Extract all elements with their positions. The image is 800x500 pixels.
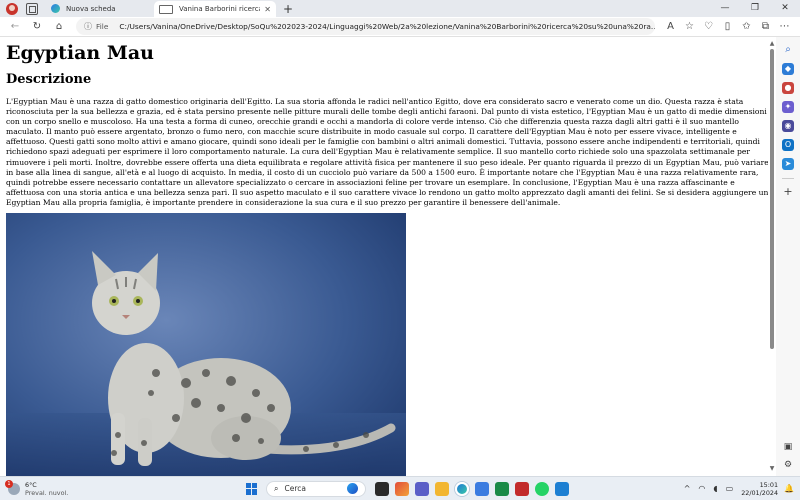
scroll-thumb[interactable] bbox=[770, 49, 774, 349]
sidebar-drop-icon[interactable]: ➤ bbox=[782, 158, 794, 170]
weather-icon: 1 bbox=[5, 479, 20, 495]
sidebar-settings-icon[interactable]: ⚙ bbox=[784, 460, 792, 470]
sidebar-outlook-icon[interactable]: O bbox=[782, 139, 794, 151]
back-button[interactable]: ← bbox=[4, 21, 26, 32]
profile-avatar-icon[interactable] bbox=[6, 2, 18, 15]
refresh-button[interactable]: ↻ bbox=[26, 21, 48, 32]
vscode-icon[interactable] bbox=[555, 481, 569, 496]
url-text[interactable]: C:/Users/Vanina/OneDrive/Desktop/SoQu%20… bbox=[119, 22, 655, 31]
info-icon[interactable]: ⓘ bbox=[84, 21, 92, 32]
sidebar-games-icon[interactable]: ◉ bbox=[782, 120, 794, 132]
page-viewport: Egyptian Mau Descrizione L'Egyptian Mau … bbox=[0, 37, 776, 476]
read-aloud-icon[interactable]: A bbox=[661, 21, 680, 32]
sidebar-shopping-icon[interactable]: ◆ bbox=[782, 63, 794, 75]
favorites-icon[interactable]: ✩ bbox=[737, 21, 756, 32]
scroll-up-arrow-icon[interactable]: ▲ bbox=[768, 39, 776, 49]
close-tab-icon[interactable]: ✕ bbox=[264, 5, 271, 14]
minimize-button[interactable]: — bbox=[710, 0, 740, 17]
search-placeholder: Cerca bbox=[284, 484, 306, 493]
whatsapp-icon[interactable] bbox=[535, 481, 549, 496]
window-controls: — ❐ ✕ bbox=[710, 0, 800, 17]
bing-icon[interactable] bbox=[347, 483, 358, 494]
sidebar-hide-icon[interactable]: ▣ bbox=[784, 442, 793, 452]
clock-date: 22/01/2024 bbox=[741, 488, 779, 497]
page-content: Egyptian Mau Descrizione L'Egyptian Mau … bbox=[0, 37, 775, 476]
scheme-label: File bbox=[96, 22, 109, 31]
taskbar-apps: ⌕ Cerca bbox=[246, 480, 572, 497]
description-paragraph: L'Egyptian Mau è una razza di gatto dome… bbox=[6, 97, 769, 207]
new-tab-button[interactable]: + bbox=[280, 2, 296, 16]
weather-temperature: 6°C bbox=[25, 480, 37, 489]
collections-icon[interactable]: ⧉ bbox=[756, 21, 775, 32]
notifications-bell-icon[interactable]: 🔔 bbox=[784, 484, 794, 493]
wifi-icon[interactable]: ◠ bbox=[698, 484, 705, 493]
chevron-up-icon[interactable]: ^ bbox=[684, 484, 691, 493]
weather-condition: Preval. nuvol. bbox=[25, 488, 69, 497]
app-icon[interactable] bbox=[395, 481, 409, 496]
mcafee-icon[interactable] bbox=[515, 481, 529, 496]
maximize-button[interactable]: ❐ bbox=[740, 0, 770, 17]
file-explorer-icon[interactable] bbox=[435, 481, 449, 496]
battery-icon[interactable]: ▭ bbox=[726, 484, 734, 493]
home-button[interactable]: ⌂ bbox=[48, 21, 70, 32]
system-tray: ^ ◠ ◖ ▭ 15:01 22/01/2024 🔔 bbox=[680, 481, 794, 497]
sidebar-divider bbox=[782, 178, 794, 179]
teams-icon[interactable] bbox=[415, 481, 429, 496]
xbox-icon[interactable] bbox=[495, 481, 509, 496]
navigation-bar: ← ↻ ⌂ ⓘ File C:/Users/Vanina/OneDrive/De… bbox=[0, 17, 800, 37]
tab-active-page[interactable]: Vanina Barborini ricerca su una r ✕ bbox=[154, 0, 276, 18]
sidebar-bottom: ▣ ⚙ bbox=[784, 434, 793, 470]
weather-text: 6°C Preval. nuvol. bbox=[25, 481, 68, 497]
clock-time: 15:01 bbox=[759, 480, 779, 489]
weather-widget[interactable]: 1 6°C Preval. nuvol. bbox=[5, 479, 128, 497]
page-title: Egyptian Mau bbox=[6, 42, 154, 64]
sidebar-tools-icon[interactable]: ✦ bbox=[782, 101, 794, 113]
more-options-icon[interactable]: ⋯ bbox=[775, 21, 794, 32]
tab-title: Vanina Barborini ricerca su una r bbox=[179, 5, 260, 13]
favorite-star-icon[interactable]: ☆ bbox=[680, 21, 699, 32]
tab-title: Nuova scheda bbox=[66, 4, 116, 13]
page-scrollbar[interactable]: ▲ ▼ bbox=[768, 37, 776, 476]
clock[interactable]: 15:01 22/01/2024 bbox=[741, 481, 778, 497]
taskbar-search[interactable]: ⌕ Cerca bbox=[266, 480, 366, 497]
edge-favicon-icon bbox=[51, 4, 60, 13]
sidebar-add-icon[interactable]: + bbox=[783, 185, 792, 198]
close-window-button[interactable]: ✕ bbox=[770, 0, 800, 17]
workspaces-icon[interactable] bbox=[26, 2, 38, 15]
task-view-icon[interactable] bbox=[375, 481, 389, 496]
section-heading: Descrizione bbox=[6, 72, 92, 87]
start-button[interactable] bbox=[246, 482, 258, 495]
edge-sidebar: ⌕ ◆ ● ✦ ◉ O ➤ + ▣ ⚙ bbox=[776, 37, 800, 476]
split-screen-icon[interactable]: ▯ bbox=[718, 21, 737, 32]
address-bar[interactable]: ⓘ File C:/Users/Vanina/OneDrive/Desktop/… bbox=[76, 18, 655, 35]
tab-new-tab[interactable]: Nuova scheda bbox=[46, 1, 154, 17]
search-icon: ⌕ bbox=[274, 483, 279, 493]
sidebar-bag-icon[interactable]: ● bbox=[782, 82, 794, 94]
sidebar-search-icon[interactable]: ⌕ bbox=[782, 44, 794, 56]
store-icon[interactable] bbox=[475, 481, 489, 496]
volume-icon[interactable]: ◖ bbox=[713, 484, 717, 493]
tab-bar: Nuova scheda Vanina Barborini ricerca su… bbox=[0, 0, 800, 18]
scroll-down-arrow-icon[interactable]: ▼ bbox=[768, 464, 776, 474]
taskbar: 1 6°C Preval. nuvol. ⌕ Cerca ^ ◠ ◖ ▭ 15:… bbox=[0, 476, 800, 500]
toolbar-icons: A ☆ ♡ ▯ ✩ ⧉ ⋯ bbox=[661, 21, 794, 32]
page-favicon-icon bbox=[159, 4, 173, 14]
cat-photo bbox=[6, 213, 406, 476]
edge-icon[interactable] bbox=[455, 481, 469, 496]
notification-badge: 1 bbox=[5, 479, 13, 488]
browser-essentials-icon[interactable]: ♡ bbox=[699, 21, 718, 32]
